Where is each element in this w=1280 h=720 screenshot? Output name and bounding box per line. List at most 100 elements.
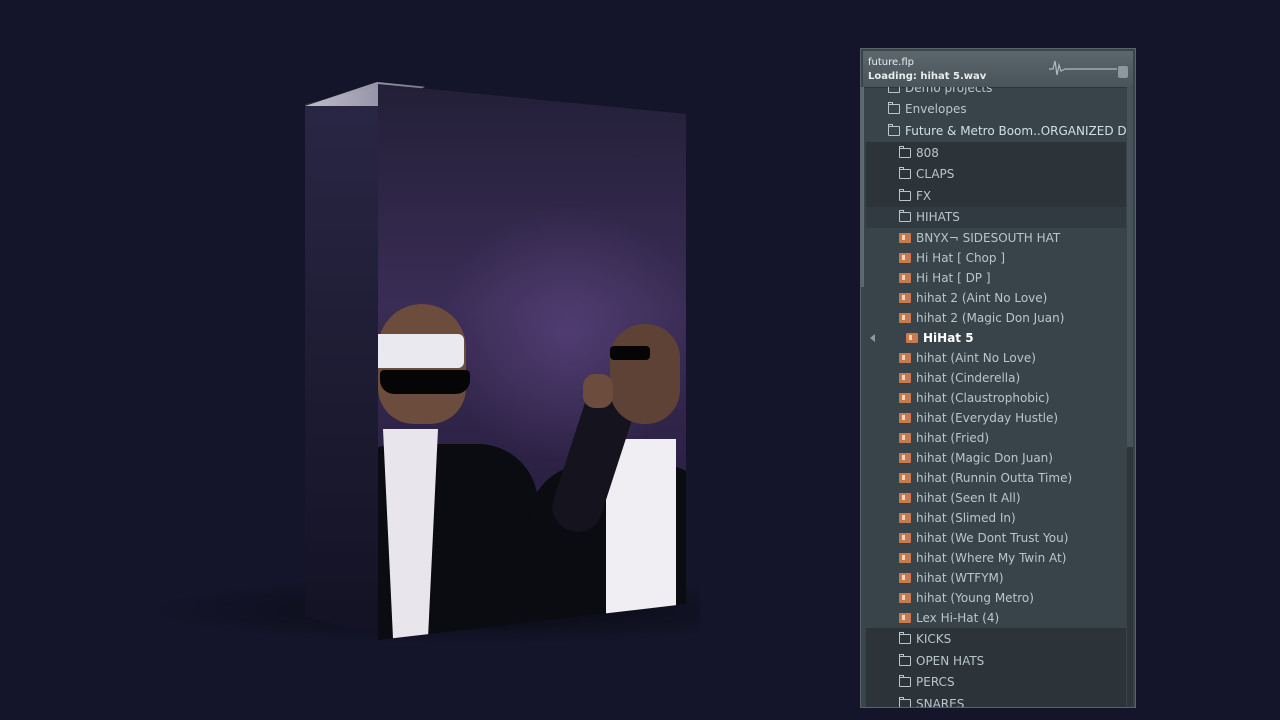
tree-indent-line [861, 87, 864, 287]
folder-icon [899, 145, 911, 158]
preview-speaker-icon[interactable] [1118, 66, 1128, 78]
box-side-panel [305, 86, 383, 638]
browser-scrollbar[interactable] [1127, 87, 1133, 707]
folder-icon [888, 102, 900, 115]
audio-file-icon [899, 373, 911, 384]
preview-waveform-icon[interactable] [1049, 59, 1117, 79]
tree-item-label: FX [916, 188, 932, 203]
browser-scroll-thumb[interactable] [1127, 87, 1133, 447]
folder-icon [899, 675, 911, 688]
tree-item-label: BNYX¬ SIDESOUTH HAT [916, 231, 1061, 246]
audio-file-icon [899, 453, 911, 464]
file-item[interactable]: hihat (Aint No Love) [866, 348, 1126, 368]
folder-item[interactable]: Future & Metro Boom..ORGANIZED Drum Kit [866, 120, 1126, 142]
folder-icon [899, 188, 911, 201]
tree-item-label: Future & Metro Boom..ORGANIZED Drum Kit [905, 123, 1126, 138]
folder-icon [899, 210, 911, 223]
folder-icon [899, 631, 911, 644]
tree-item-label: hihat (Seen It All) [916, 491, 1021, 506]
tree-item-label: 808 [916, 145, 939, 160]
file-item[interactable]: hihat (Young Metro) [866, 588, 1126, 608]
tree-item-label: hihat 2 (Aint No Love) [916, 291, 1048, 306]
figure-left-sunglasses [380, 370, 470, 394]
audio-file-icon [899, 493, 911, 504]
audio-file-icon [899, 433, 911, 444]
browser-panel: future.flp Loading: hihat 5.wav Demo pro… [860, 48, 1136, 708]
tree-item-label: hihat (Young Metro) [916, 591, 1034, 606]
folder-icon [888, 87, 900, 93]
file-item[interactable]: hihat (Seen It All) [866, 488, 1126, 508]
audio-file-icon [899, 273, 911, 284]
audio-file-icon [899, 393, 911, 404]
file-item[interactable]: hihat (Slimed In) [866, 508, 1126, 528]
file-item[interactable]: hihat (Fried) [866, 428, 1126, 448]
folder-item[interactable]: Demo projects [866, 87, 1126, 99]
tree-item-label: hihat (Everyday Hustle) [916, 411, 1059, 426]
folder-icon [899, 167, 911, 180]
folder-icon [899, 696, 911, 707]
file-item[interactable]: hihat (Magic Don Juan) [866, 448, 1126, 468]
figure-right-hand [583, 374, 613, 408]
audio-file-icon [899, 253, 911, 264]
file-item[interactable]: hihat (Claustrophobic) [866, 388, 1126, 408]
folder-item[interactable]: SNARES [866, 693, 1126, 708]
audio-file-icon [899, 473, 911, 484]
folder-item[interactable]: HIHATS [866, 206, 1126, 229]
folder-item[interactable]: PERCS [866, 671, 1126, 693]
audio-file-icon [899, 513, 911, 524]
file-item[interactable]: Lex Hi-Hat (4) [866, 608, 1126, 628]
audio-file-icon [899, 533, 911, 544]
tree-item-label: hihat (Aint No Love) [916, 351, 1036, 366]
browser-tree: Demo projects Envelopes Future & Metro Boo… [866, 87, 1126, 708]
file-item[interactable]: BNYX¬ SIDESOUTH HAT [866, 228, 1126, 248]
audio-file-icon [899, 353, 911, 364]
folder-item[interactable]: KICKS [866, 628, 1126, 650]
tree-item-label: Envelopes [905, 102, 967, 117]
folder-item[interactable]: FX [866, 185, 1126, 207]
file-item[interactable]: Hi Hat [ DP ] [866, 268, 1126, 288]
tree-item-label: HiHat 5 [923, 331, 974, 346]
audio-file-icon [899, 613, 911, 624]
file-item[interactable]: hihat 2 (Aint No Love) [866, 288, 1126, 308]
hint-loading-status: Loading: hihat 5.wav [868, 71, 987, 82]
tree-item-label: Hi Hat [ DP ] [916, 271, 991, 286]
file-item[interactable]: HiHat 5 [866, 328, 1126, 348]
file-item[interactable]: hihat (Runnin Outta Time) [866, 468, 1126, 488]
figure-right-head [610, 324, 680, 424]
file-item[interactable]: hihat (Cinderella) [866, 368, 1126, 388]
current-item-arrow-icon [870, 334, 875, 343]
figure-right-sunglasses [610, 346, 650, 360]
folder-item[interactable]: 808 [866, 141, 1126, 164]
tree-item-label: HIHATS [916, 210, 960, 225]
file-item[interactable]: hihat (We Dont Trust You) [866, 528, 1126, 548]
tree-item-label: Hi Hat [ Chop ] [916, 251, 1006, 266]
folder-item[interactable]: Envelopes [866, 99, 1126, 121]
file-item[interactable]: hihat (Everyday Hustle) [866, 408, 1126, 428]
tree-item-label: hihat (Claustrophobic) [916, 391, 1050, 406]
file-item[interactable]: hihat (WTFYM) [866, 568, 1126, 588]
audio-file-icon [899, 233, 911, 244]
tree-item-label: Demo projects [905, 87, 993, 95]
audio-file-icon [899, 553, 911, 564]
drum-kit-product-box [0, 0, 760, 720]
file-item[interactable]: hihat 2 (Magic Don Juan) [866, 308, 1126, 328]
folder-item[interactable]: CLAPS [866, 163, 1126, 185]
audio-file-icon [899, 313, 911, 324]
folder-icon [888, 123, 900, 136]
tree-item-label: SNARES [916, 696, 965, 708]
tree-item-label: hihat (We Dont Trust You) [916, 531, 1069, 546]
tree-item-label: hihat (Where My Twin At) [916, 551, 1067, 566]
tree-item-label: hihat (Magic Don Juan) [916, 451, 1053, 466]
file-item[interactable]: hihat (Where My Twin At) [866, 548, 1126, 568]
tree-item-label: hihat 2 (Magic Don Juan) [916, 311, 1065, 326]
tree-item-label: hihat (Runnin Outta Time) [916, 471, 1073, 486]
file-item[interactable]: Hi Hat [ Chop ] [866, 248, 1126, 268]
tree-item-label: PERCS [916, 675, 955, 690]
audio-file-icon [899, 413, 911, 424]
folder-item[interactable]: OPEN HATS [866, 649, 1126, 672]
tree-item-label: hihat (WTFYM) [916, 571, 1004, 586]
tree-item-label: hihat (Cinderella) [916, 371, 1021, 386]
audio-file-icon [899, 293, 911, 304]
tree-item-label: hihat (Slimed In) [916, 511, 1016, 526]
tree-item-label: Lex Hi-Hat (4) [916, 611, 1000, 626]
